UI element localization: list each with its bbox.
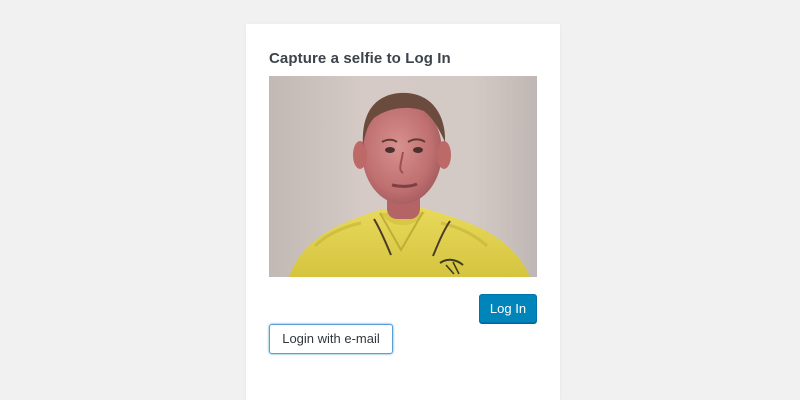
login-card: Capture a selfie to Log In Log In Login … bbox=[246, 24, 560, 400]
selfie-image bbox=[269, 76, 537, 277]
camera-preview bbox=[269, 76, 537, 277]
login-button[interactable]: Log In bbox=[479, 294, 537, 323]
selfie-login-page: Capture a selfie to Log In Log In Login … bbox=[0, 0, 800, 400]
login-with-email-button[interactable]: Login with e-mail bbox=[269, 324, 393, 354]
page-title: Capture a selfie to Log In bbox=[269, 50, 451, 67]
